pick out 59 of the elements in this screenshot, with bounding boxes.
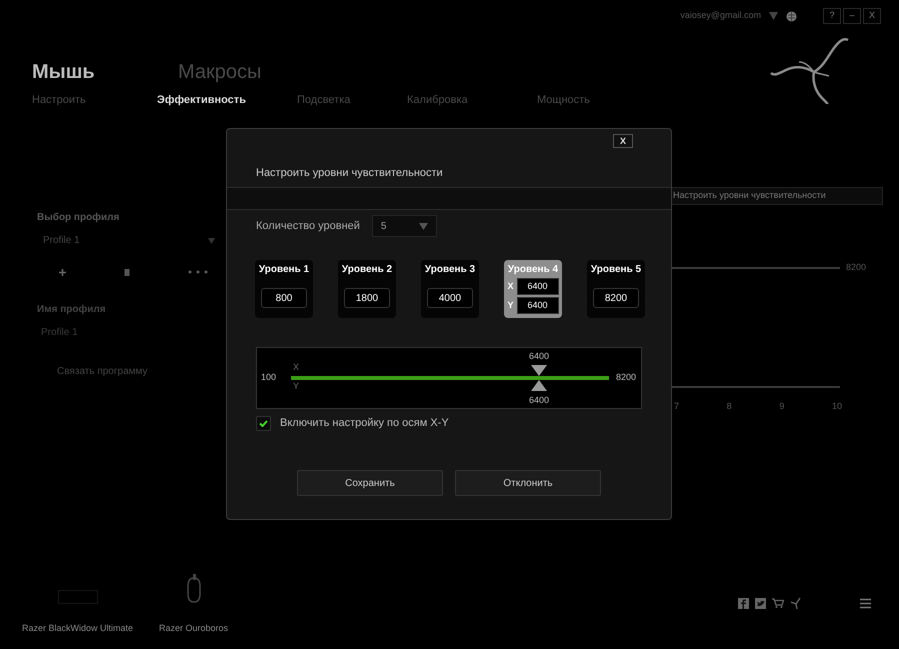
device-name[interactable]: Razer Ouroboros	[159, 622, 228, 635]
axis-tick-label: 7	[674, 400, 680, 412]
axis-tick-label: 10	[832, 400, 842, 412]
more-icon[interactable]	[188, 270, 208, 274]
main-tab[interactable]: Мышь	[32, 62, 178, 82]
level-value-field[interactable]: 6400	[516, 297, 558, 314]
axis-label: Y	[508, 298, 514, 312]
level-card[interactable]: Уровень 4 X 6400 Y 6400	[504, 260, 562, 318]
dropdown-caret-icon[interactable]	[769, 12, 778, 20]
slider-reading: 6400	[529, 396, 550, 405]
device-name[interactable]: Razer BlackWidow Ultimate	[22, 622, 134, 635]
level-label: Уровень 2	[342, 264, 392, 276]
slider-track[interactable]	[291, 365, 609, 391]
level-label: Уровень 1	[258, 264, 310, 276]
slider-reading: 6400	[529, 352, 550, 361]
level-label: Уровень 3	[424, 264, 476, 276]
level-value-field[interactable]: 6400	[516, 278, 558, 295]
slider-max-label: 8200	[846, 261, 866, 274]
twitter-icon[interactable]	[755, 598, 766, 608]
axis-tick-label: 8	[726, 400, 732, 412]
level-card[interactable]: Уровень 3 4000	[421, 260, 479, 318]
facebook-icon[interactable]	[738, 598, 749, 608]
profile-name-label: Имя профиля	[37, 303, 107, 317]
menu-icon[interactable]	[860, 598, 871, 608]
snake-logo-icon[interactable]	[790, 597, 802, 609]
dialog-button[interactable]: Сохранить	[297, 470, 443, 496]
globe-icon[interactable]	[786, 10, 797, 22]
profile-select-label: Выбор профиля	[37, 211, 120, 225]
window-control-button[interactable]: ?	[823, 8, 841, 24]
level-count-label: Количество уровней	[256, 218, 360, 234]
dialog-title: Настроить уровни чувствительности	[255, 167, 444, 179]
dropdown-caret-icon[interactable]	[418, 222, 428, 230]
add-icon[interactable]	[59, 268, 66, 276]
slider-min-label: 100	[261, 371, 278, 384]
level-value-field[interactable]: 800	[261, 288, 307, 308]
close-button[interactable]: X	[613, 134, 633, 148]
dialog-button[interactable]: Отклонить	[455, 470, 601, 496]
level-label: Уровень 4	[508, 264, 558, 276]
level-value-field[interactable]: 8200	[593, 288, 639, 308]
sub-tab[interactable]: Эффективность	[157, 94, 297, 106]
level-label: Уровень 5	[590, 264, 642, 276]
level-card[interactable]: Уровень 5 8200	[587, 260, 645, 318]
level-card[interactable]: Уровень 2 1800	[338, 260, 396, 318]
slider-max-label: 8200	[616, 371, 636, 384]
axis-label: X	[508, 280, 514, 293]
level-value-field[interactable]: 1800	[344, 288, 390, 308]
axis-x-label: X	[293, 363, 300, 372]
checkbox-label: Включить настройку по осям X-Y	[280, 416, 449, 431]
checkbox[interactable]	[256, 416, 271, 430]
level-card[interactable]: Уровень 1 800	[255, 260, 313, 318]
window-control-button[interactable]: X	[863, 8, 881, 24]
level-count-dropdown[interactable]: 5	[372, 215, 437, 237]
checkmark-icon	[259, 420, 268, 426]
cart-icon[interactable]	[772, 598, 784, 608]
window-control-button[interactable]: –	[843, 8, 861, 24]
level-value-field[interactable]: 4000	[427, 288, 473, 308]
panel-header: Настроить уровни чувствительности	[670, 187, 883, 205]
axis-tick-label: 9	[779, 400, 784, 412]
axis-y-label: Y	[293, 382, 300, 391]
